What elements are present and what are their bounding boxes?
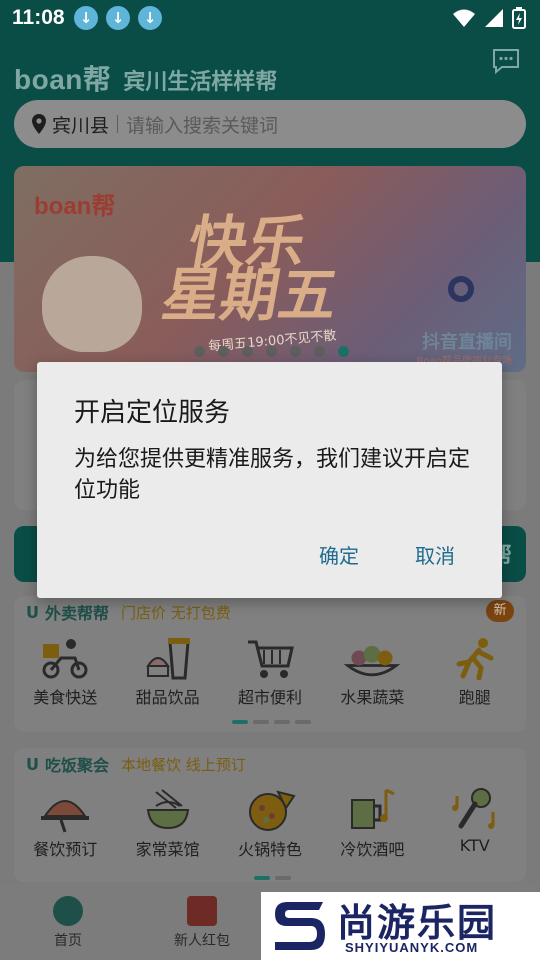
tab-redpacket-label: 新人红包 xyxy=(174,933,230,949)
microphone-icon xyxy=(447,786,503,834)
download-icon: ↓ xyxy=(74,6,98,30)
brand: boan帮 宾川生活样样帮 xyxy=(14,58,277,98)
brand-tagline: 宾川生活样样帮 xyxy=(123,70,278,95)
waimai-pager xyxy=(232,720,311,724)
dining-item-label: 火锅特色 xyxy=(237,840,302,859)
dining-item[interactable]: KTV xyxy=(424,786,526,860)
dining-item[interactable]: 冷饮酒吧 xyxy=(321,786,423,860)
banner-indicator xyxy=(194,346,349,357)
cancel-button[interactable]: 取消 xyxy=(415,540,455,569)
message-icon[interactable] xyxy=(492,48,520,74)
watermark-cn: 尚游乐园 xyxy=(337,901,498,945)
search-divider xyxy=(117,115,119,133)
bunny-mascot xyxy=(42,256,142,352)
new-badge: 新 xyxy=(486,600,514,622)
dining-item[interactable]: 家常菜馆 xyxy=(116,786,218,860)
banner-title-line2: 星期五 xyxy=(157,261,344,329)
battery-icon xyxy=(512,7,526,29)
promo-banner[interactable]: boan帮 快乐 星期五 每周五19:00不见不散 抖音直播间 Boan帮品牌福… xyxy=(14,166,526,372)
dining-grid: 餐饮预订 家常菜馆 火锅特色 冷饮酒吧 KTV xyxy=(14,786,526,860)
waimai-item[interactable]: 甜品饮品 xyxy=(116,634,218,708)
decor-ring xyxy=(448,276,474,302)
banner-dot xyxy=(314,346,325,357)
signal-icon xyxy=(485,9,503,27)
dialog-title: 开启定位服务 xyxy=(74,398,231,428)
banner-dot xyxy=(290,346,301,357)
dialog-message: 为给您提供更精准服务，我们建议开启定位功能 xyxy=(74,447,471,503)
waimai-card: ᑌ 外卖帮帮 门店价 无打包费 新 美食快送 甜品饮品 超市便利 水果蔬菜 跑腿 xyxy=(14,596,526,732)
banner-logo: boan帮 xyxy=(34,193,116,220)
fruit-icon xyxy=(344,634,401,682)
dining-item-label: 冷饮酒吧 xyxy=(340,840,405,859)
beer-icon xyxy=(344,786,400,834)
search-location[interactable]: 宾川县 xyxy=(52,111,109,138)
banner-dot xyxy=(338,346,349,357)
dining-title: 吃饭聚会 xyxy=(45,756,110,775)
status-bar: 11:08 ↓ ↓ ↓ xyxy=(0,0,540,36)
watermark-en: SHYIYUANYK.COM xyxy=(345,940,479,955)
banner-dot xyxy=(242,346,253,357)
runner-icon xyxy=(447,634,503,682)
search-bar[interactable]: 宾川县 请输入搜索关键词 xyxy=(14,100,526,148)
dining-header: ᑌ 吃饭聚会 本地餐饮 线上预订 xyxy=(26,752,246,776)
watermark-s-logo xyxy=(275,902,325,950)
banner-dot xyxy=(194,346,205,357)
dining-item[interactable]: 餐饮预订 xyxy=(14,786,116,860)
noodle-icon xyxy=(140,786,196,834)
dining-item-label: KTV xyxy=(459,836,490,855)
waimai-item[interactable]: 超市便利 xyxy=(219,634,321,708)
waimai-item-label: 水果蔬菜 xyxy=(340,688,405,707)
waimai-item-label: 超市便利 xyxy=(237,688,302,707)
download-icon: ↓ xyxy=(106,6,130,30)
tab-home[interactable]: 首页 xyxy=(28,896,108,950)
banner-dot xyxy=(266,346,277,357)
waimai-subtitle: 门店价 无打包费 xyxy=(121,603,231,622)
location-permission-dialog: 开启定位服务 为给您提供更精准服务，我们建议开启定位功能 确定 取消 xyxy=(37,362,502,598)
scooter-icon xyxy=(37,634,93,682)
dish-icon xyxy=(37,786,93,834)
dining-item-label: 餐饮预订 xyxy=(33,840,98,859)
location-pin-icon xyxy=(32,114,46,134)
brand-logo: boan帮 xyxy=(14,64,112,95)
waimai-title: 外卖帮帮 xyxy=(45,604,110,623)
pizza-icon xyxy=(242,786,298,834)
download-icon: ↓ xyxy=(138,6,162,30)
brand-u-icon: ᑌ xyxy=(26,754,39,774)
home-icon xyxy=(53,896,83,926)
drink-icon xyxy=(140,634,196,682)
site-watermark: 尚游乐园 SHYIYUANYK.COM xyxy=(261,892,540,960)
system-icons xyxy=(452,7,526,29)
banner-live-text: 抖音直播间 xyxy=(422,332,512,353)
dining-pager xyxy=(254,876,291,880)
wifi-icon xyxy=(453,9,475,27)
search-input[interactable]: 请输入搜索关键词 xyxy=(126,111,278,138)
waimai-item[interactable]: 美食快送 xyxy=(14,634,116,708)
confirm-button[interactable]: 确定 xyxy=(319,540,359,569)
waimai-item-label: 跑腿 xyxy=(458,688,491,707)
red-packet-icon xyxy=(187,896,217,926)
banner-dot xyxy=(218,346,229,357)
dining-item-label: 家常菜馆 xyxy=(135,840,200,859)
status-time: 11:08 xyxy=(12,6,65,29)
waimai-item[interactable]: 跑腿 xyxy=(424,634,526,708)
waimai-item-label: 甜品饮品 xyxy=(135,688,200,707)
waimai-item[interactable]: 水果蔬菜 xyxy=(321,634,423,708)
tab-home-label: 首页 xyxy=(54,933,82,949)
dining-subtitle: 本地餐饮 线上预订 xyxy=(121,755,246,774)
dining-item[interactable]: 火锅特色 xyxy=(219,786,321,860)
tab-redpacket[interactable]: 新人红包 xyxy=(162,896,242,950)
brand-u-icon: ᑌ xyxy=(26,602,39,622)
waimai-header: ᑌ 外卖帮帮 门店价 无打包费 xyxy=(26,600,231,624)
dining-card: ᑌ 吃饭聚会 本地餐饮 线上预订 餐饮预订 家常菜馆 火锅特色 冷饮酒吧 KTV xyxy=(14,748,526,882)
cart-icon xyxy=(242,634,298,682)
waimai-item-label: 美食快送 xyxy=(33,688,98,707)
waimai-grid: 美食快送 甜品饮品 超市便利 水果蔬菜 跑腿 xyxy=(14,634,526,708)
